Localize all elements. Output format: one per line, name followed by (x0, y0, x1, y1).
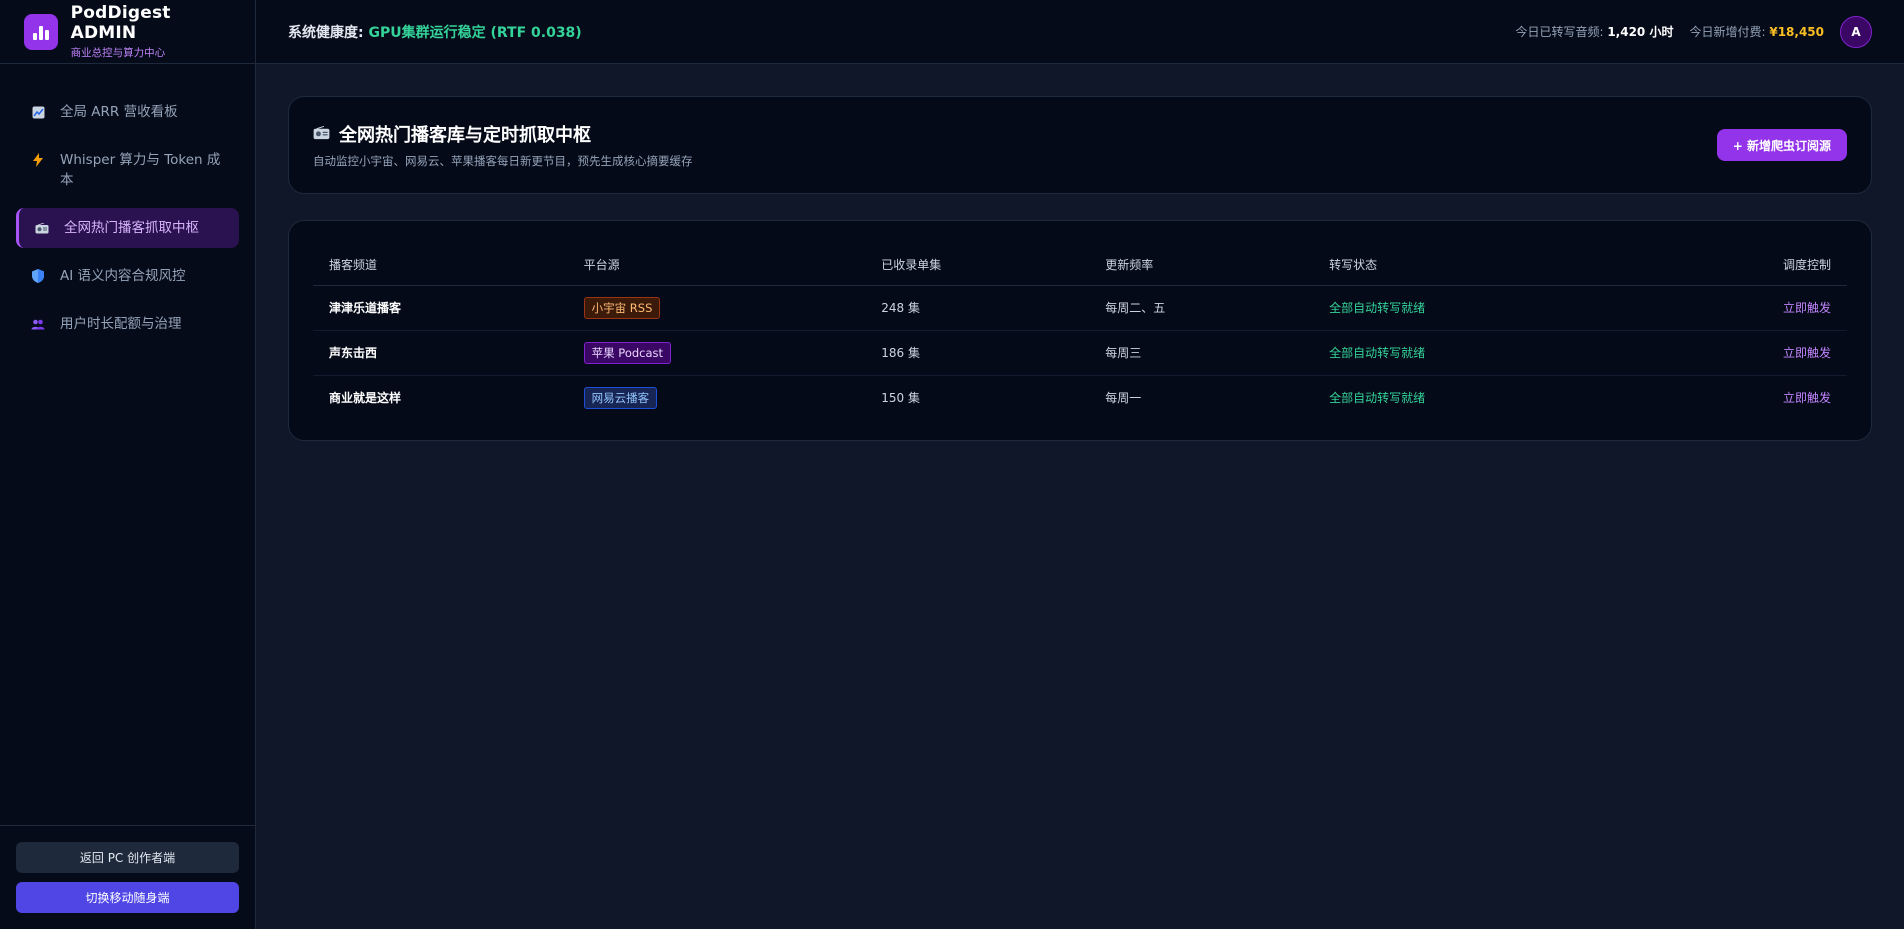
brand-subtitle: 商业总控与算力中心 (70, 47, 166, 59)
sidebar-item-label: AI 语义内容合规风控 (60, 268, 186, 284)
table-row: 津津乐道播客 小宇宙 RSS 248 集 每周二、五 全部自动转写就绪 立即触发 (313, 285, 1847, 331)
episode-count: 248 集 (865, 285, 1090, 331)
platform-badge: 苹果 Podcast (583, 341, 672, 364)
table-row: 商业就是这样 网易云播客 150 集 每周一 全部自动转写就绪 立即触发 (313, 375, 1847, 420)
sidebar-item-quota[interactable]: 用户时长配额与治理 (16, 304, 239, 344)
column-header: 调度控制 (1619, 245, 1847, 286)
update-frequency: 每周二、五 (1089, 285, 1314, 331)
transcribe-label: 今日已转写音频: (1515, 25, 1604, 39)
sidebar-nav: 全局 ARR 营收看板 Whisper 算力与 Token 成本 全网热门播客抓… (0, 64, 255, 344)
back-to-creator-button[interactable]: 返回 PC 创作者端 (16, 842, 239, 873)
sidebar-item-label: 用户时长配额与治理 (60, 316, 182, 332)
channel-name: 津津乐道播客 (313, 285, 568, 331)
sidebar-item-arr[interactable]: 全局 ARR 营收看板 (16, 92, 239, 132)
revenue-value: ¥18,450 (1769, 25, 1824, 39)
sidebar-item-podcast-hub[interactable]: 全网热门播客抓取中枢 (16, 208, 239, 248)
revenue-stat: 今日新增付费: ¥18,450 (1689, 23, 1824, 40)
sidebar-item-label: 全网热门播客抓取中枢 (64, 220, 199, 236)
update-frequency: 每周三 (1089, 330, 1314, 376)
trigger-now-link[interactable]: 立即触发 (1783, 391, 1831, 405)
main-area: 系统健康度: GPU集群运行稳定 (RTF 0.038) 今日已转写音频: 1,… (256, 0, 1904, 929)
trend-chart-icon (30, 102, 46, 122)
sidebar-item-compliance[interactable]: AI 语义内容合规风控 (16, 256, 239, 296)
health-label: 系统健康度: (288, 24, 364, 41)
platform-badge: 网易云播客 (583, 386, 658, 409)
podcast-table: 播客频道 平台源 已收录单集 更新频率 转写状态 调度控制 津津乐道播客 小宇宙… (313, 245, 1847, 420)
column-header: 平台源 (567, 245, 866, 286)
episode-count: 150 集 (881, 391, 920, 406)
transcribe-stat: 今日已转写音频: 1,420 小时 (1515, 23, 1673, 40)
transcribe-value: 1,420 小时 (1607, 25, 1674, 39)
topbar: 系统健康度: GPU集群运行稳定 (RTF 0.038) 今日已转写音频: 1,… (256, 0, 1904, 64)
topbar-stats: 今日已转写音频: 1,420 小时 今日新增付费: ¥18,450 A (1515, 15, 1872, 48)
page-description: 自动监控小宇宙、网易云、苹果播客每日新更节目，预先生成核心摘要缓存 (313, 154, 693, 168)
column-header: 转写状态 (1313, 245, 1620, 286)
trigger-now-link[interactable]: 立即触发 (1783, 346, 1831, 360)
brand: PodDigest ADMIN 商业总控与算力中心 (0, 0, 255, 64)
sidebar-item-label: Whisper 算力与 Token 成本 (60, 152, 221, 188)
bar-chart-icon (24, 13, 58, 50)
platform-badge: 小宇宙 RSS (583, 296, 661, 319)
lightning-icon (30, 150, 46, 170)
update-frequency: 每周一 (1105, 391, 1142, 406)
transcribe-status: 全部自动转写就绪 (1329, 391, 1426, 406)
revenue-label: 今日新增付费: (1689, 25, 1766, 39)
channel-name: 商业就是这样 (329, 391, 402, 406)
sidebar-item-label: 全局 ARR 营收看板 (60, 104, 178, 120)
table-row: 声东击西 苹果 Podcast 186 集 每周三 全部自动转写就绪 立即触发 (313, 330, 1847, 376)
add-crawler-button[interactable]: + 新增爬虫订阅源 (1716, 129, 1847, 161)
podcast-table-card: 播客频道 平台源 已收录单集 更新频率 转写状态 调度控制 津津乐道播客 小宇宙… (288, 220, 1872, 441)
table-header-row: 播客频道 平台源 已收录单集 更新频率 转写状态 调度控制 (313, 245, 1847, 286)
transcribe-status: 全部自动转写就绪 (1313, 330, 1620, 376)
column-header: 播客频道 (313, 245, 568, 286)
radio-icon (34, 218, 50, 238)
sidebar-item-whisper[interactable]: Whisper 算力与 Token 成本 (16, 140, 239, 200)
page-title: 全网热门播客库与定时抓取中枢 (339, 125, 591, 146)
avatar[interactable]: A (1840, 15, 1872, 48)
health-value: GPU集群运行稳定 (RTF 0.038) (368, 24, 582, 41)
episode-count: 186 集 (865, 330, 1090, 376)
column-header: 更新频率 (1089, 245, 1314, 286)
app-root: PodDigest ADMIN 商业总控与算力中心 全局 ARR 营收看板 Wh… (0, 0, 1904, 929)
brand-name: PodDigest ADMIN (70, 3, 171, 43)
users-icon (30, 314, 46, 334)
channel-name: 声东击西 (313, 330, 568, 376)
content: 全网热门播客库与定时抓取中枢 自动监控小宇宙、网易云、苹果播客每日新更节目，预先… (256, 64, 1904, 441)
page-header-card: 全网热门播客库与定时抓取中枢 自动监控小宇宙、网易云、苹果播客每日新更节目，预先… (288, 96, 1872, 194)
transcribe-status: 全部自动转写就绪 (1313, 285, 1620, 331)
sidebar-footer: 返回 PC 创作者端 切换移动随身端 (0, 825, 255, 929)
radio-icon (313, 124, 330, 145)
trigger-now-link[interactable]: 立即触发 (1783, 301, 1831, 315)
switch-mobile-button[interactable]: 切换移动随身端 (16, 882, 239, 913)
shield-icon (30, 266, 46, 286)
column-header: 已收录单集 (865, 245, 1090, 286)
system-health: 系统健康度: GPU集群运行稳定 (RTF 0.038) (288, 22, 582, 42)
sidebar: PodDigest ADMIN 商业总控与算力中心 全局 ARR 营收看板 Wh… (0, 0, 256, 929)
